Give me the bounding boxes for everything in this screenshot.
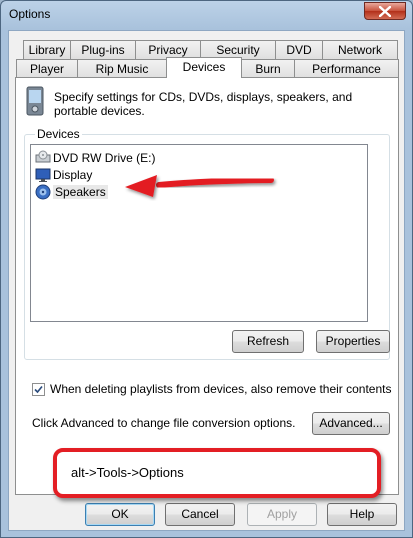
tab-burn[interactable]: Burn [241, 59, 295, 78]
annotation-callout: alt->Tools->Options [53, 448, 381, 498]
device-label: DVD RW Drive (E:) [53, 150, 156, 165]
tab-player[interactable]: Player [16, 59, 78, 78]
devices-panel: Specify settings for CDs, DVDs, displays… [15, 77, 399, 495]
list-item[interactable]: DVD RW Drive (E:) [35, 149, 155, 166]
red-arrow-annotation [125, 175, 274, 197]
devices-description: Specify settings for CDs, DVDs, displays… [54, 90, 353, 118]
help-button[interactable]: Help [327, 503, 397, 526]
dvd-drive-icon [35, 150, 51, 162]
devices-group-label: Devices [35, 127, 82, 141]
checkmark-icon [34, 385, 43, 393]
tab-devices[interactable]: Devices [166, 57, 242, 78]
remove-contents-option[interactable]: When deleting playlists from devices, al… [32, 382, 392, 396]
ok-button[interactable]: OK [85, 503, 155, 526]
apply-button[interactable]: Apply [247, 503, 317, 526]
list-item[interactable]: Speakers [35, 183, 108, 200]
tab-performance[interactable]: Performance [294, 59, 399, 78]
cancel-button[interactable]: Cancel [165, 503, 235, 526]
title-bar[interactable]: Options [1, 1, 412, 29]
tab-library[interactable]: Library [23, 40, 71, 59]
options-window: Options Library Plug-ins Privacy Securit… [0, 0, 413, 538]
speakers-icon [35, 184, 51, 199]
close-icon [379, 5, 391, 17]
list-item[interactable]: Display [35, 166, 92, 183]
advanced-button[interactable]: Advanced... [312, 412, 390, 435]
tab-network[interactable]: Network [322, 40, 398, 59]
tab-rip-music[interactable]: Rip Music [77, 59, 167, 78]
remove-contents-label: When deleting playlists from devices, al… [50, 382, 392, 396]
advanced-description: Click Advanced to change file conversion… [32, 416, 296, 430]
refresh-button[interactable]: Refresh [232, 330, 304, 353]
display-icon [35, 168, 51, 182]
window-title: Options [9, 7, 51, 21]
portable-device-icon [26, 86, 44, 116]
tab-dvd[interactable]: DVD [275, 40, 323, 59]
close-button[interactable] [364, 2, 406, 20]
device-label: Speakers [53, 184, 108, 199]
device-label: Display [53, 167, 93, 182]
annotation-text: alt->Tools->Options [71, 465, 184, 480]
properties-button[interactable]: Properties [316, 330, 390, 353]
remove-contents-checkbox[interactable] [32, 382, 45, 396]
tab-plug-ins[interactable]: Plug-ins [70, 40, 136, 59]
